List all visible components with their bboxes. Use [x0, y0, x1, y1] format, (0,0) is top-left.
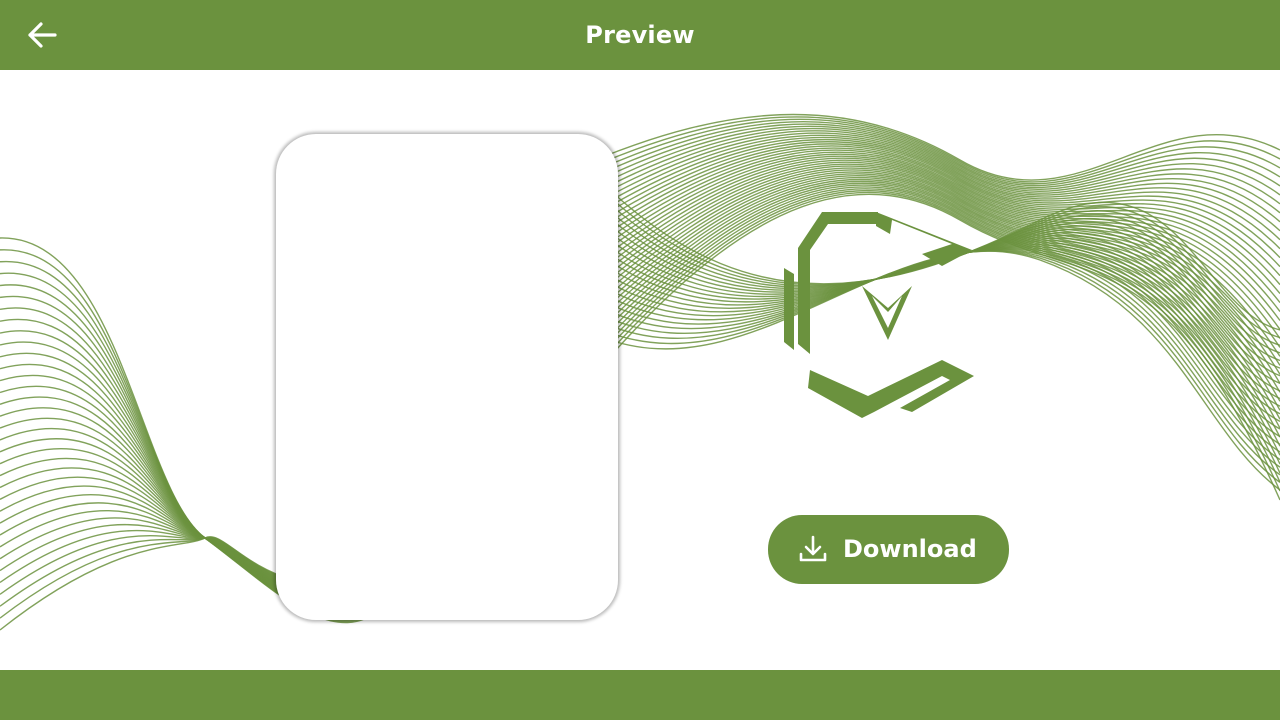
- preview-card: [276, 134, 618, 620]
- company-logo: [784, 212, 974, 418]
- page-title: Preview: [585, 21, 695, 49]
- wave-lines-background: [0, 113, 1280, 631]
- preview-content: Download: [0, 70, 1280, 670]
- download-button[interactable]: Download: [768, 515, 1009, 584]
- download-label: Download: [843, 535, 977, 563]
- bottom-bar: [0, 670, 1280, 720]
- top-app-bar: Preview: [0, 0, 1280, 70]
- download-icon: [799, 535, 827, 562]
